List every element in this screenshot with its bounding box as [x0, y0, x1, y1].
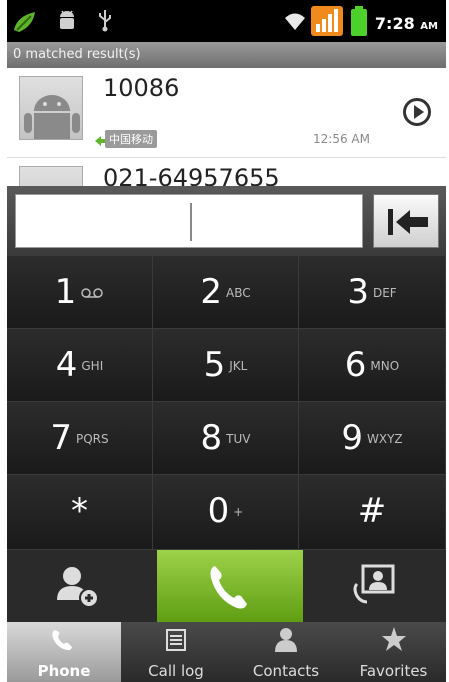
signal-icon — [311, 6, 343, 36]
list-item[interactable]: 10086 中国移动 12:56 AM — [7, 68, 446, 158]
key-1[interactable]: 1 — [7, 256, 153, 329]
key-8[interactable]: 8 TUV — [153, 402, 299, 475]
star-icon — [382, 627, 406, 651]
contacts-icon — [275, 628, 297, 652]
backspace-button[interactable] — [373, 194, 439, 248]
phone-icon — [210, 566, 247, 609]
usb-icon — [99, 10, 111, 32]
tab-bar: Phone Call log Contacts Favorites — [7, 622, 446, 682]
key-7[interactable]: 7 PQRS — [7, 402, 153, 475]
phone-tab-icon — [52, 630, 72, 651]
digits-input[interactable] — [15, 194, 363, 248]
tab-contacts[interactable]: Contacts — [231, 622, 341, 682]
key-0[interactable]: 0 + — [153, 475, 299, 550]
dialpad: 1 2 ABC 3 DEF 4 GHI 5 JKL 6 MNO 7 PQRS 8 TUV 9W… — [7, 256, 446, 550]
key-6[interactable]: 6 MNO — [299, 329, 446, 402]
tab-call-log[interactable]: Call log — [121, 622, 231, 682]
contact-card-icon — [353, 564, 395, 604]
outgoing-call-icon — [95, 136, 105, 146]
key-2[interactable]: 2 ABC — [153, 256, 299, 329]
matched-results-header: 0 matched result(s) — [7, 42, 446, 68]
contact-number: 10086 — [103, 74, 180, 102]
contact-number: 021-64957655 — [103, 164, 280, 186]
avatar — [19, 166, 83, 186]
add-contact-icon — [57, 567, 99, 608]
list-item[interactable]: 021-64957655 — [7, 158, 446, 186]
key-3[interactable]: 3 DEF — [299, 256, 446, 329]
key-5[interactable]: 5 JKL — [153, 329, 299, 402]
results-list[interactable]: 10086 中国移动 12:56 AM 021-64957655 — [7, 68, 446, 186]
android-debug-icon — [60, 10, 74, 29]
wifi-icon — [285, 13, 305, 30]
add-contact-button[interactable] — [7, 550, 157, 622]
voicemail-icon — [80, 286, 104, 300]
digits-bar — [7, 186, 446, 256]
phone-screen: 7:28 AM 0 matched result(s) 10086 中国移动 1… — [7, 0, 446, 682]
status-bar: 7:28 AM — [7, 0, 446, 42]
clock: 7:28 AM — [374, 14, 438, 33]
action-bar — [7, 550, 446, 622]
notification-icon — [14, 12, 35, 32]
backspace-icon — [388, 209, 428, 235]
call-button[interactable] — [157, 550, 303, 622]
play-icon[interactable] — [403, 98, 431, 126]
avatar — [19, 76, 83, 140]
text-cursor — [190, 203, 192, 241]
call-time: 12:56 AM — [313, 132, 370, 146]
tab-phone[interactable]: Phone — [7, 622, 121, 682]
call-log-icon — [166, 629, 186, 651]
key-9[interactable]: 9 WXYZ — [299, 402, 446, 475]
key-star[interactable]: * — [7, 475, 153, 550]
battery-icon — [351, 6, 367, 36]
android-avatar-icon — [24, 95, 80, 139]
key-4[interactable]: 4 GHI — [7, 329, 153, 402]
carrier-badge: 中国移动 — [105, 130, 157, 148]
key-hash[interactable]: # — [299, 475, 446, 550]
contact-card-button[interactable] — [303, 550, 446, 622]
tab-favorites[interactable]: Favorites — [341, 622, 446, 682]
